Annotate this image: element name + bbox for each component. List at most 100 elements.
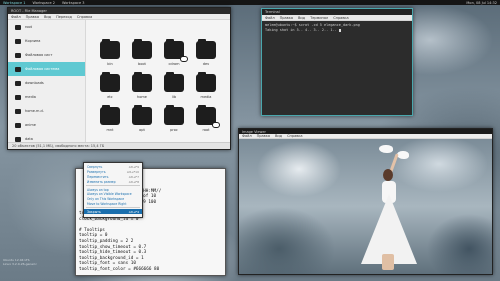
folder-label: bin xyxy=(107,62,113,66)
image-viewer-title: Image Viewer xyxy=(242,129,266,134)
menu-edit[interactable]: Правка xyxy=(257,134,270,138)
folder-proc[interactable]: proc xyxy=(158,105,190,132)
status-text: 20 объектов (51,1 МБ), свободного места:… xyxy=(12,144,105,148)
trash-icon xyxy=(15,38,21,44)
folder-icon xyxy=(100,72,120,92)
menu-item-label: Развернуть xyxy=(87,170,106,175)
sidebar-item-media[interactable]: media xyxy=(8,90,85,104)
folder-icon xyxy=(164,72,184,92)
menu-item-resize[interactable]: Изменить размер Alt+F8 xyxy=(84,179,142,184)
folder-dev[interactable]: dev xyxy=(190,39,222,66)
workspace-1[interactable]: Workspace 1 xyxy=(3,1,25,5)
panel-clock[interactable]: Mon, 08 Jul 14:32 xyxy=(466,1,497,5)
sidebar-item-label: Корзина xyxy=(25,39,41,43)
folder-icon xyxy=(196,72,216,92)
link-emblem-icon xyxy=(180,56,188,62)
menu-item-move-right[interactable]: Move to Workspace Right xyxy=(84,202,142,207)
folder-icon xyxy=(132,72,152,92)
folder-icon xyxy=(132,105,152,125)
menu-separator xyxy=(86,207,140,209)
menu-item-shortcut: Alt+F8 xyxy=(128,179,139,184)
sidebar-item-label: home.m.d. xyxy=(25,109,44,113)
folder-icon xyxy=(15,108,21,114)
places-sidebar: root Корзина Файловая сист Файловая сист… xyxy=(8,20,86,144)
photo-woman-with-doves xyxy=(239,139,492,274)
folder-label: dev xyxy=(202,62,210,66)
menu-item-label: Изменить размер xyxy=(87,179,116,184)
text-cursor xyxy=(338,28,341,32)
menu-edit[interactable]: Правка xyxy=(26,15,39,19)
folder-icon xyxy=(15,24,21,30)
folder-lib[interactable]: lib xyxy=(158,72,190,99)
desktop-info-text: Ubuntu 12.04 LTS Linux 3.2.0-26-generic xyxy=(3,258,37,266)
terminal-title: Terminal xyxy=(265,10,280,14)
dove-shape xyxy=(397,151,409,159)
folder-grid: bin boot cdrom dev etc home lib media mn… xyxy=(94,39,222,132)
folder-label: cdrom xyxy=(168,62,180,66)
menu-help[interactable]: Справка xyxy=(333,16,348,20)
sidebar-item-home[interactable]: home.m.d. xyxy=(8,104,85,118)
menu-help[interactable]: Справка xyxy=(287,134,302,138)
menu-item-label: Always on Visible Workspace xyxy=(87,192,132,197)
file-manager-title: ROOT - File Manager xyxy=(11,9,47,13)
folder-label: lib xyxy=(171,95,177,99)
menu-view[interactable]: Вид xyxy=(275,134,282,138)
sidebar-item-root[interactable]: root xyxy=(8,20,85,34)
terminal-output[interactable]: melee@ubuntu:~$ scrot -cd 5 elegance_dar… xyxy=(262,21,412,35)
folder-icon xyxy=(100,39,120,59)
folder-icon xyxy=(196,39,216,59)
sidebar-item-filesystem-short[interactable]: Файловая сист xyxy=(8,48,85,62)
menu-edit[interactable]: Правка xyxy=(280,16,293,20)
folder-root[interactable]: root xyxy=(190,105,222,132)
menu-terminal[interactable]: Терминал xyxy=(310,16,328,20)
menu-file[interactable]: Файл xyxy=(242,134,252,138)
legs-shape xyxy=(382,254,394,270)
menu-view[interactable]: Вид xyxy=(44,15,51,19)
sidebar-item-trash[interactable]: Корзина xyxy=(8,34,85,48)
sidebar-item-label: anime xyxy=(25,123,36,127)
menu-item-close[interactable]: Закрыть Alt+F4 xyxy=(84,209,142,215)
workspace-2[interactable]: Workspace 2 xyxy=(32,1,54,5)
folder-icon xyxy=(164,39,188,62)
sidebar-item-label: Файловая сист xyxy=(25,53,53,57)
folder-boot[interactable]: boot xyxy=(126,39,158,66)
lock-emblem-icon xyxy=(212,122,220,128)
folder-bin[interactable]: bin xyxy=(94,39,126,66)
config-code: track_padding = 0 0 0 clock_background_i… xyxy=(79,211,159,273)
folder-home[interactable]: home xyxy=(126,72,158,99)
folder-icon xyxy=(100,105,120,125)
window-context-menu: Свернуть Alt+F9 Развернуть Alt+F10 Перемес… xyxy=(83,162,143,218)
folder-icon xyxy=(196,105,220,128)
menu-file[interactable]: Файл xyxy=(11,15,21,19)
folder-icon xyxy=(15,80,21,86)
workspace-3[interactable]: Workspace 3 xyxy=(62,1,84,5)
menu-go[interactable]: Переход xyxy=(56,15,72,19)
menu-item-shortcut: Alt+F4 xyxy=(128,209,139,214)
folder-media[interactable]: media xyxy=(190,72,222,99)
folder-icon xyxy=(15,94,21,100)
head-shape xyxy=(383,169,393,181)
menu-item-label: Move to Workspace Right xyxy=(87,201,127,206)
menu-item-shortcut: Alt+F10 xyxy=(126,170,139,175)
folder-cdrom[interactable]: cdrom xyxy=(158,39,190,66)
menu-view[interactable]: Вид xyxy=(298,16,305,20)
menu-help[interactable]: Справка xyxy=(77,15,92,19)
sidebar-item-downloads[interactable]: downloads xyxy=(8,76,85,90)
folder-label: root xyxy=(202,128,210,132)
code-line: tooltip_font_color = #666666 80 xyxy=(79,266,160,272)
terminal-line-text: Taking shot in 5.. 4.. 3.. 2.. 1.. xyxy=(265,28,339,32)
folder-icon xyxy=(132,39,152,59)
menu-separator xyxy=(86,185,140,187)
terminal-line: Taking shot in 5.. 4.. 3.. 2.. 1.. xyxy=(265,28,409,33)
menu-item-label: Свернуть xyxy=(87,165,103,170)
sidebar-item-label: root xyxy=(25,25,33,29)
sidebar-item-filesystem[interactable]: Файловая система xyxy=(8,62,85,76)
folder-opt[interactable]: opt xyxy=(126,105,158,132)
sidebar-item-label: Файловая система xyxy=(25,67,60,71)
folder-label: home xyxy=(137,95,147,99)
folder-etc[interactable]: etc xyxy=(94,72,126,99)
menu-file[interactable]: Файл xyxy=(265,16,275,20)
sidebar-item-anime[interactable]: anime xyxy=(8,118,85,132)
folder-label: opt xyxy=(139,128,145,132)
folder-mnt[interactable]: mnt xyxy=(94,105,126,132)
